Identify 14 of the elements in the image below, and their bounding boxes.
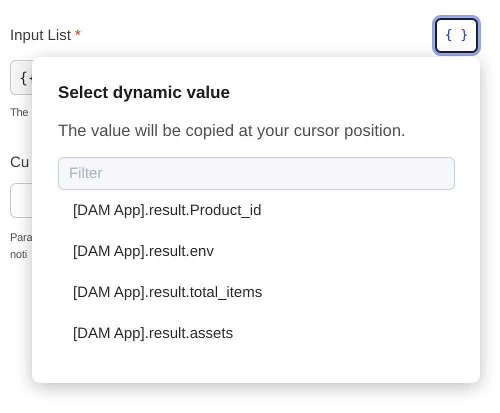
dynamic-value-item[interactable]: [DAM App].result.total_items: [58, 272, 278, 313]
dynamic-value-item[interactable]: [DAM App].result.assets: [58, 313, 248, 354]
popover-subtitle: The value will be copied at your cursor position.: [58, 122, 407, 141]
dynamic-value-item[interactable]: [DAM App].result.Product_id: [58, 190, 276, 231]
filter-field[interactable]: Filter: [58, 157, 455, 190]
popover-title: Select dynamic value: [58, 83, 231, 103]
dynamic-value-item[interactable]: [DAM App].result.env: [58, 231, 229, 272]
help-text: Para: [10, 231, 32, 246]
dynamic-value-button[interactable]: { }: [435, 18, 478, 53]
help-text: The: [10, 106, 28, 121]
field-label: Input List: [10, 26, 71, 44]
help-text: noti: [10, 248, 27, 263]
field-label: Cu: [10, 154, 30, 171]
required-mark: *: [74, 26, 81, 44]
